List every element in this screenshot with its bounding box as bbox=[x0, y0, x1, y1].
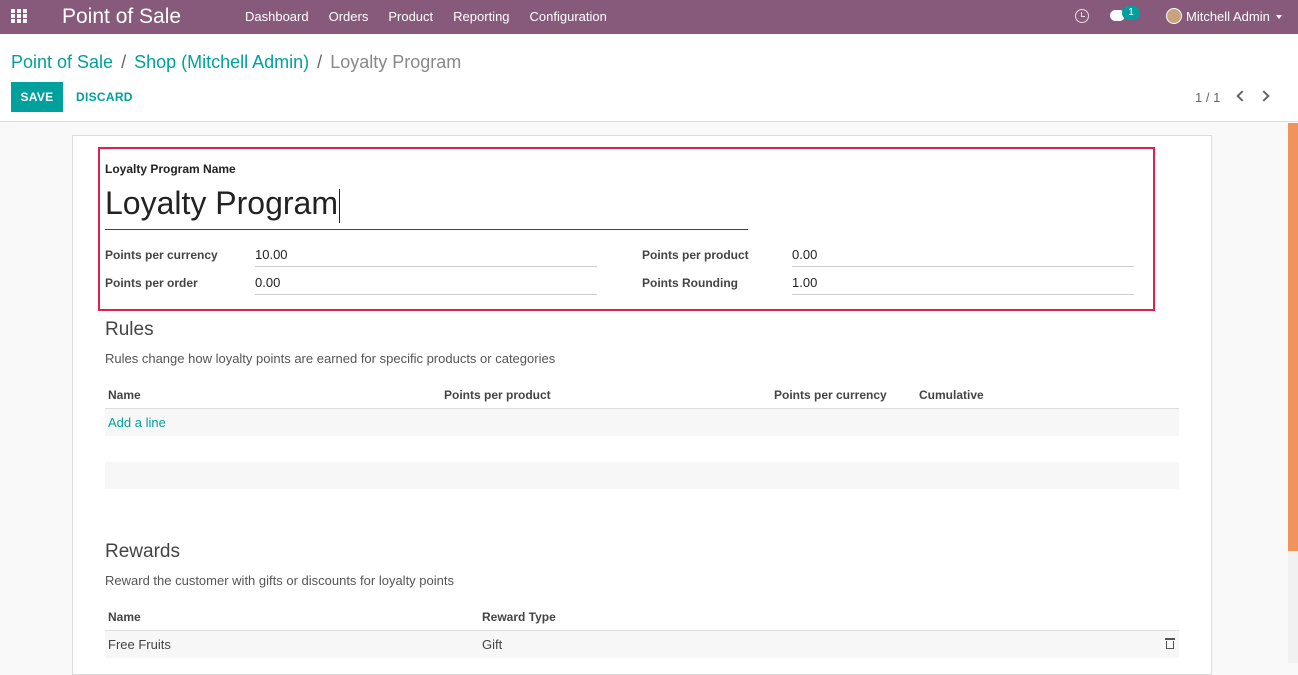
breadcrumb-separator: / bbox=[121, 52, 127, 72]
save-button[interactable]: SAVE bbox=[11, 82, 63, 112]
menu-orders[interactable]: Orders bbox=[319, 0, 379, 34]
rules-col-name[interactable]: Name bbox=[108, 388, 141, 402]
app-brand[interactable]: Point of Sale bbox=[62, 5, 181, 29]
rewards-title: Rewards bbox=[105, 541, 180, 562]
breadcrumb: Point of Sale / Shop (Mitchell Admin) / Loya… bbox=[11, 52, 461, 73]
discard-button[interactable]: DISCARD bbox=[76, 82, 133, 112]
breadcrumb-separator: / bbox=[317, 52, 323, 72]
chat-count-badge: 1 bbox=[1122, 6, 1140, 20]
menu-product[interactable]: Product bbox=[378, 0, 443, 34]
user-menu-name[interactable]: Mitchell Admin bbox=[1186, 0, 1270, 34]
user-avatar[interactable] bbox=[1166, 8, 1182, 24]
points-per-product-value: 0.00 bbox=[792, 247, 818, 262]
menu-dashboard[interactable]: Dashboard bbox=[235, 0, 319, 34]
menu-configuration[interactable]: Configuration bbox=[520, 0, 617, 34]
scrollbar-thumb[interactable] bbox=[1288, 123, 1298, 551]
breadcrumb-current: Loyalty Program bbox=[330, 52, 462, 72]
rules-title: Rules bbox=[105, 319, 154, 340]
trash-icon[interactable] bbox=[1165, 638, 1175, 649]
program-name-value: Loyalty Program bbox=[105, 185, 338, 221]
breadcrumb-shop[interactable]: Shop (Mitchell Admin) bbox=[134, 52, 309, 72]
activity-clock-icon[interactable] bbox=[1075, 9, 1089, 23]
top-navbar: Point of Sale Dashboard Orders Product R… bbox=[0, 0, 1298, 34]
reward-row-type[interactable]: Gift bbox=[482, 637, 502, 652]
reward-row-name[interactable]: Free Fruits bbox=[108, 637, 171, 652]
caret-down-icon[interactable] bbox=[1276, 15, 1282, 19]
points-rounding-label: Points Rounding bbox=[642, 276, 738, 290]
program-name-label: Loyalty Program Name bbox=[105, 162, 236, 176]
points-per-order-input[interactable]: 0.00 bbox=[255, 275, 597, 295]
points-per-product-input[interactable]: 0.00 bbox=[792, 247, 1134, 267]
rules-description: Rules change how loyalty points are earn… bbox=[105, 351, 556, 366]
chevron-right-icon[interactable] bbox=[1258, 90, 1270, 102]
apps-grid-icon[interactable] bbox=[11, 9, 28, 24]
points-rounding-value: 1.00 bbox=[792, 275, 818, 290]
program-name-input[interactable]: Loyalty Program bbox=[105, 183, 748, 230]
menu-reporting[interactable]: Reporting bbox=[443, 0, 519, 34]
control-panel: Point of Sale / Shop (Mitchell Admin) / Loya… bbox=[0, 34, 1298, 122]
points-per-currency-label: Points per currency bbox=[105, 248, 218, 262]
pager-value[interactable]: 1 / 1 bbox=[1195, 90, 1220, 105]
text-cursor bbox=[338, 188, 341, 223]
breadcrumb-point-of-sale[interactable]: Point of Sale bbox=[11, 52, 113, 72]
points-per-product-label: Points per product bbox=[642, 248, 749, 262]
page-scrollbar[interactable] bbox=[1288, 123, 1298, 663]
points-per-order-label: Points per order bbox=[105, 276, 198, 290]
points-per-currency-value: 10.00 bbox=[255, 247, 288, 262]
rules-add-line-link[interactable]: Add a line bbox=[108, 415, 166, 430]
table-row[interactable] bbox=[105, 631, 1179, 658]
main-menu: Dashboard Orders Product Reporting Confi… bbox=[235, 0, 617, 34]
rewards-col-reward-type[interactable]: Reward Type bbox=[482, 610, 556, 624]
points-per-currency-input[interactable]: 10.00 bbox=[255, 247, 597, 267]
rules-add-line-row bbox=[105, 409, 1179, 436]
rewards-col-name[interactable]: Name bbox=[108, 610, 141, 624]
points-rounding-input[interactable]: 1.00 bbox=[792, 275, 1134, 295]
rewards-description: Reward the customer with gifts or discou… bbox=[105, 573, 454, 588]
points-per-order-value: 0.00 bbox=[255, 275, 281, 290]
rules-empty-row bbox=[105, 462, 1179, 489]
rules-col-points-per-currency[interactable]: Points per currency bbox=[774, 388, 887, 402]
rules-col-points-per-product[interactable]: Points per product bbox=[444, 388, 551, 402]
rules-col-cumulative[interactable]: Cumulative bbox=[919, 388, 984, 402]
chevron-left-icon[interactable] bbox=[1236, 90, 1248, 102]
